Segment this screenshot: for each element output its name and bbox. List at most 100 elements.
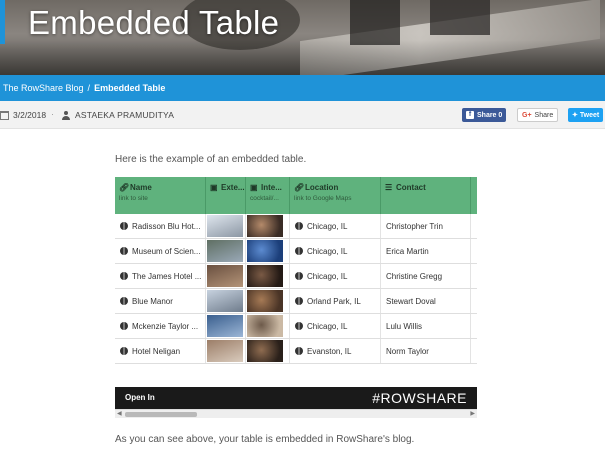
- cell-location-text[interactable]: Chicago, IL: [307, 322, 347, 331]
- exterior-photo-thumbnail[interactable]: [207, 315, 243, 337]
- cell-location[interactable]: Chicago, IL: [290, 214, 381, 238]
- cell-exterior-photo[interactable]: [206, 239, 246, 263]
- table-row[interactable]: Hotel Neligan Evanston, IL Norm Taylor: [115, 339, 477, 364]
- cell-exterior-photo[interactable]: [206, 264, 246, 288]
- column-header-exterior[interactable]: ▣ Exte...: [206, 177, 246, 214]
- post-author-name[interactable]: ASTAEKA PRAMUDITYA: [75, 110, 174, 120]
- cell-contact[interactable]: Norm Taylor: [381, 339, 471, 363]
- table-row[interactable]: Radisson Blu Hot... Chicago, IL Christophe…: [115, 214, 477, 239]
- cell-location-text[interactable]: Chicago, IL: [307, 247, 347, 256]
- column-header-name[interactable]: 🔗︎ Name link to site: [115, 177, 206, 214]
- post-meta-bar: 3/2/2018 · ASTAEKA PRAMUDITYA f Share 0 …: [0, 101, 605, 129]
- cell-contact[interactable]: Lulu Willis: [381, 314, 471, 338]
- google-share-button[interactable]: G+ Share: [517, 108, 559, 122]
- cell-location-text[interactable]: Chicago, IL: [307, 222, 347, 231]
- breadcrumb: The RowShare Blog / Embedded Table: [0, 75, 605, 101]
- cell-contact[interactable]: Stewart Doval: [381, 289, 471, 313]
- exterior-photo-thumbnail[interactable]: [207, 340, 243, 362]
- column-header-overflow: [471, 177, 477, 214]
- cell-exterior-photo[interactable]: [206, 289, 246, 313]
- column-title: Inte...: [261, 183, 282, 192]
- column-title: Location: [305, 183, 339, 192]
- globe-icon: [120, 347, 128, 355]
- cell-location-text[interactable]: Chicago, IL: [307, 272, 347, 281]
- scroll-left-arrow-icon[interactable]: ◀: [117, 410, 122, 417]
- cell-location[interactable]: Chicago, IL: [290, 239, 381, 263]
- table-row[interactable]: Mckenzie Taylor ... Chicago, IL Lulu Willi…: [115, 314, 477, 339]
- breadcrumb-blog-link[interactable]: The RowShare Blog: [3, 83, 84, 93]
- facebook-share-button[interactable]: f Share 0: [462, 108, 507, 122]
- twitter-tweet-button[interactable]: ✦ Tweet: [568, 108, 604, 122]
- cell-contact[interactable]: Erica Martin: [381, 239, 471, 263]
- intro-paragraph: Here is the example of an embedded table…: [115, 154, 307, 165]
- globe-icon: [120, 222, 128, 230]
- cell-contact[interactable]: Christine Gregg: [381, 264, 471, 288]
- interior-photo-thumbnail[interactable]: [247, 240, 283, 262]
- interior-photo-thumbnail[interactable]: [247, 340, 283, 362]
- column-subtitle: cocktail/...: [250, 195, 279, 202]
- facebook-icon: f: [466, 111, 474, 119]
- exterior-photo-thumbnail[interactable]: [207, 240, 243, 262]
- exterior-photo-thumbnail[interactable]: [207, 290, 243, 312]
- interior-photo-thumbnail[interactable]: [247, 215, 283, 237]
- exterior-photo-thumbnail[interactable]: [207, 215, 243, 237]
- cell-name-text[interactable]: Museum of Scien...: [132, 247, 200, 256]
- interior-photo-thumbnail[interactable]: [247, 265, 283, 287]
- cell-name[interactable]: Hotel Neligan: [115, 339, 206, 363]
- breadcrumb-separator: /: [87, 83, 91, 93]
- table-row[interactable]: Museum of Scien... Chicago, IL Erica Marti…: [115, 239, 477, 264]
- cell-name-text[interactable]: Hotel Neligan: [132, 347, 180, 356]
- image-icon: ▣: [250, 183, 258, 192]
- cell-interior-photo[interactable]: [246, 264, 290, 288]
- cell-interior-photo[interactable]: [246, 289, 290, 313]
- interior-photo-thumbnail[interactable]: [247, 290, 283, 312]
- cell-name[interactable]: Mckenzie Taylor ...: [115, 314, 206, 338]
- cell-name[interactable]: Museum of Scien...: [115, 239, 206, 263]
- open-in-link[interactable]: Open In: [125, 393, 155, 402]
- cell-exterior-photo[interactable]: [206, 214, 246, 238]
- cell-name-text[interactable]: Mckenzie Taylor ...: [132, 322, 198, 331]
- calendar-icon: [0, 110, 9, 120]
- cell-location-text[interactable]: Orland Park, IL: [307, 297, 361, 306]
- cell-name[interactable]: Blue Manor: [115, 289, 206, 313]
- scroll-right-arrow-icon[interactable]: ▶: [470, 410, 475, 417]
- table-row[interactable]: Blue Manor Orland Park, IL Stewart Doval: [115, 289, 477, 314]
- exterior-photo-thumbnail[interactable]: [207, 265, 243, 287]
- cell-overflow: [471, 339, 477, 363]
- cell-contact-text: Christopher Trin: [386, 221, 443, 231]
- globe-icon: [120, 297, 128, 305]
- cell-location[interactable]: Chicago, IL: [290, 264, 381, 288]
- google-plus-icon: G+: [522, 111, 532, 119]
- image-icon: ▣: [210, 183, 218, 192]
- rowshare-logo[interactable]: #ROWSHARE: [372, 390, 467, 406]
- column-header-location[interactable]: 🔗︎ Location link to Google Maps: [290, 177, 381, 214]
- cell-location[interactable]: Orland Park, IL: [290, 289, 381, 313]
- cell-contact[interactable]: Christopher Trin: [381, 214, 471, 238]
- cell-name[interactable]: Radisson Blu Hot...: [115, 214, 206, 238]
- cell-name-text[interactable]: Blue Manor: [132, 297, 173, 306]
- interior-photo-thumbnail[interactable]: [247, 315, 283, 337]
- table-header: 🔗︎ Name link to site ▣ Exte... ▣ Inte... co…: [115, 177, 477, 214]
- scrollbar-thumb[interactable]: [125, 412, 197, 417]
- cell-name-text[interactable]: The James Hotel ...: [132, 272, 201, 281]
- cell-interior-photo[interactable]: [246, 314, 290, 338]
- cell-name-text[interactable]: Radisson Blu Hot...: [132, 222, 200, 231]
- cell-interior-photo[interactable]: [246, 339, 290, 363]
- horizontal-scrollbar[interactable]: ◀ ▶: [115, 409, 477, 418]
- cell-exterior-photo[interactable]: [206, 339, 246, 363]
- table-grid[interactable]: 🔗︎ Name link to site ▣ Exte... ▣ Inte... co…: [115, 177, 477, 364]
- embed-footer-bar: Open In #ROWSHARE: [115, 387, 477, 409]
- column-subtitle: link to Google Maps: [294, 195, 352, 202]
- column-header-interior[interactable]: ▣ Inte... cocktail/...: [246, 177, 290, 214]
- cell-interior-photo[interactable]: [246, 214, 290, 238]
- cell-location-text[interactable]: Evanston, IL: [307, 347, 351, 356]
- cell-interior-photo[interactable]: [246, 239, 290, 263]
- column-header-contact[interactable]: ☰ Contact: [381, 177, 471, 214]
- cell-name[interactable]: The James Hotel ...: [115, 264, 206, 288]
- cell-location[interactable]: Evanston, IL: [290, 339, 381, 363]
- globe-icon: [295, 272, 303, 280]
- table-row[interactable]: The James Hotel ... Chicago, IL Christine …: [115, 264, 477, 289]
- cell-exterior-photo[interactable]: [206, 314, 246, 338]
- cell-location[interactable]: Chicago, IL: [290, 314, 381, 338]
- cell-overflow: [471, 214, 477, 238]
